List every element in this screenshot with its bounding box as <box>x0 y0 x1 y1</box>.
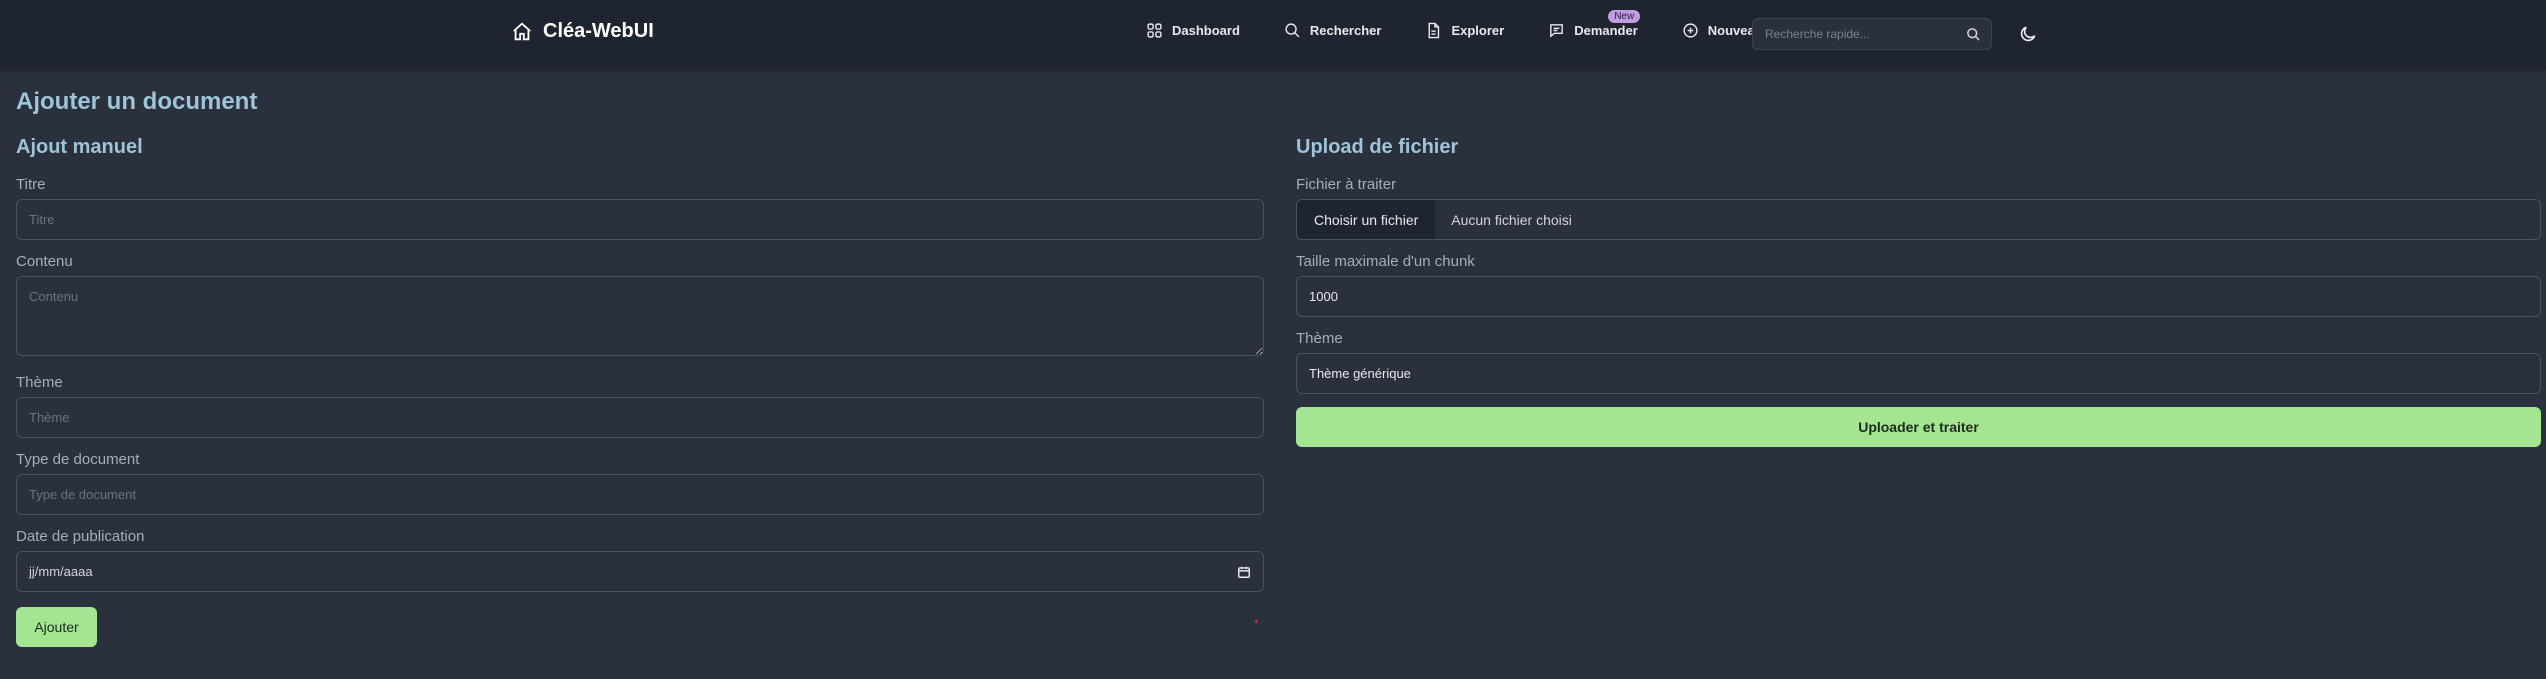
manual-add-section: Ajout manuel Titre Contenu Thème Type de… <box>16 136 1264 647</box>
nav-item-rechercher[interactable]: Rechercher <box>1284 22 1382 39</box>
nav-item-nouveau[interactable]: Nouveau <box>1682 22 1763 39</box>
file-label: Fichier à traiter <box>1296 176 1397 193</box>
calendar-icon[interactable] <box>1237 565 1251 579</box>
theme-label: Thème <box>16 374 63 391</box>
chat-icon <box>1550 24 1564 38</box>
home-icon <box>513 22 531 40</box>
nav-item-explorer[interactable]: Explorer <box>1425 22 1504 39</box>
nav-item-label: Demander <box>1574 23 1638 38</box>
document-icon <box>1428 22 1440 39</box>
type-input[interactable] <box>16 474 1264 515</box>
chunk-label: Taille maximale d'un chunk <box>1296 253 1475 270</box>
theme-input[interactable] <box>16 397 1264 438</box>
search-icon <box>1285 23 1300 38</box>
titre-label: Titre <box>16 176 46 193</box>
nav-item-dashboard[interactable]: Dashboard <box>1146 22 1240 39</box>
manual-section-title: Ajout manuel <box>16 136 143 158</box>
titre-group: Titre <box>16 176 1264 240</box>
file-group: Fichier à traiter Choisir un fichier Auc… <box>1296 176 2541 240</box>
file-input[interactable]: Choisir un fichier Aucun fichier choisi <box>1296 199 2541 240</box>
nav-item-label: Explorer <box>1451 23 1505 38</box>
nav-menu: Dashboard Rechercher Explorer Demander N… <box>1146 10 1807 39</box>
add-button[interactable]: Ajouter <box>16 607 97 647</box>
date-input[interactable]: jj/mm/aaaa <box>16 551 1264 592</box>
upload-section: Upload de fichier Fichier à traiter Choi… <box>1296 136 2541 447</box>
theme-group: Thème <box>16 374 1264 438</box>
type-label: Type de document <box>16 451 140 468</box>
contenu-group: Contenu <box>16 253 1264 361</box>
nav-item-demander[interactable]: Demander New <box>1548 10 1641 39</box>
quick-search-input[interactable] <box>1763 26 1966 42</box>
moon-icon[interactable] <box>2018 24 2038 44</box>
type-group: Type de document <box>16 451 1264 515</box>
upload-button[interactable]: Uploader et traiter <box>1296 407 2541 447</box>
nav-item-label: Dashboard <box>1172 23 1240 38</box>
chunk-size-input[interactable] <box>1296 276 2541 317</box>
page-title: Ajouter un document <box>16 88 258 115</box>
search-icon[interactable] <box>1966 27 1981 42</box>
file-status: Aucun fichier choisi <box>1451 211 1572 228</box>
chunk-group: Taille maximale d'un chunk <box>1296 253 2541 317</box>
date-value: jj/mm/aaaa <box>29 564 93 579</box>
indicator-dot <box>1255 620 1258 623</box>
brand-link[interactable]: Cléa-WebUI <box>511 20 654 43</box>
quick-search <box>1752 18 1992 50</box>
brand-name: Cléa-WebUI <box>543 20 654 42</box>
date-group: Date de publication jj/mm/aaaa <box>16 528 1264 592</box>
contenu-label: Contenu <box>16 253 73 270</box>
new-badge: New <box>1608 10 1641 23</box>
date-label: Date de publication <box>16 528 145 545</box>
navbar: Cléa-WebUI Dashboard Rechercher Explorer… <box>0 0 2546 70</box>
grid-icon <box>1147 23 1162 38</box>
upload-theme-input[interactable] <box>1296 353 2541 394</box>
contenu-textarea[interactable] <box>16 276 1264 356</box>
plus-circle-icon <box>1683 23 1698 38</box>
nav-item-label: Rechercher <box>1309 23 1382 38</box>
upload-theme-group: Thème <box>1296 330 2541 394</box>
choose-file-button[interactable]: Choisir un fichier <box>1297 200 1436 239</box>
upload-theme-label: Thème <box>1296 330 1343 347</box>
titre-input[interactable] <box>16 199 1264 240</box>
upload-section-title: Upload de fichier <box>1296 136 1459 158</box>
